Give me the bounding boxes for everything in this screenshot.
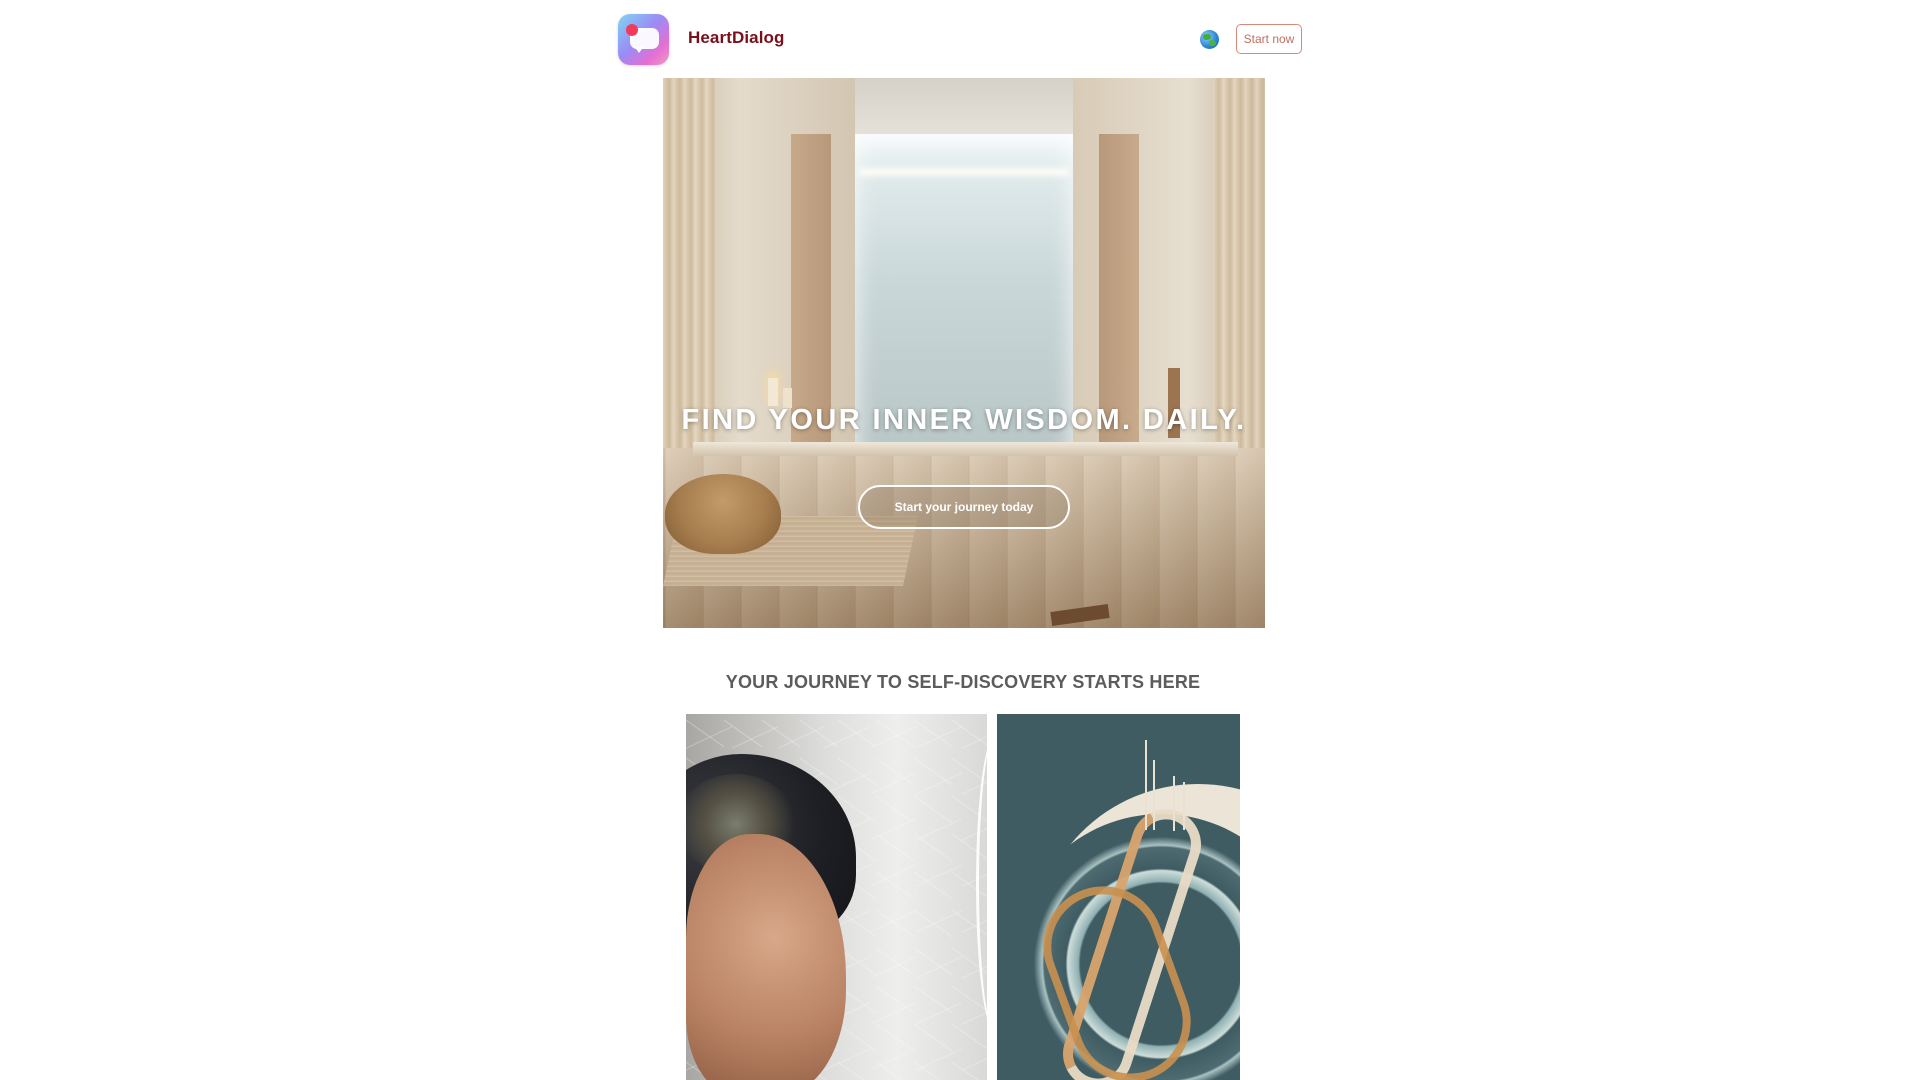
section-title: YOUR JOURNEY TO SELF-DISCOVERY STARTS HE… xyxy=(725,672,1201,692)
hero-banner: FIND YOUR INNER WISDOM. DAILY. Start you… xyxy=(663,78,1265,628)
logo-bubble-tail xyxy=(634,46,644,53)
globe-land-shape xyxy=(1209,40,1216,46)
hero-image-step xyxy=(693,442,1238,456)
start-journey-button[interactable]: Start your journey today xyxy=(858,485,1070,529)
image-vertical-line xyxy=(1183,782,1185,830)
hero-headline: FIND YOUR INNER WISDOM. DAILY. xyxy=(681,404,1247,436)
app-logo-icon[interactable] xyxy=(618,14,669,65)
image-vertical-line xyxy=(1145,740,1147,830)
image-vertical-line xyxy=(1153,760,1155,830)
globe-icon[interactable] xyxy=(1200,30,1219,49)
brand-name[interactable]: HeartDialog xyxy=(688,28,785,48)
site-header: HeartDialog Start now xyxy=(0,0,1920,78)
hero-image-light xyxy=(859,168,1069,176)
hero-image-pouf xyxy=(665,474,781,554)
start-now-button[interactable]: Start now xyxy=(1236,24,1302,54)
globe-land-shape xyxy=(1203,34,1211,40)
hero-image-candle xyxy=(768,378,778,406)
logo-notification-dot xyxy=(626,24,638,36)
feature-image-abstract-head[interactable] xyxy=(997,714,1240,1080)
image-vertical-line xyxy=(1173,776,1175,831)
feature-image-woman-profile[interactable] xyxy=(686,714,987,1080)
